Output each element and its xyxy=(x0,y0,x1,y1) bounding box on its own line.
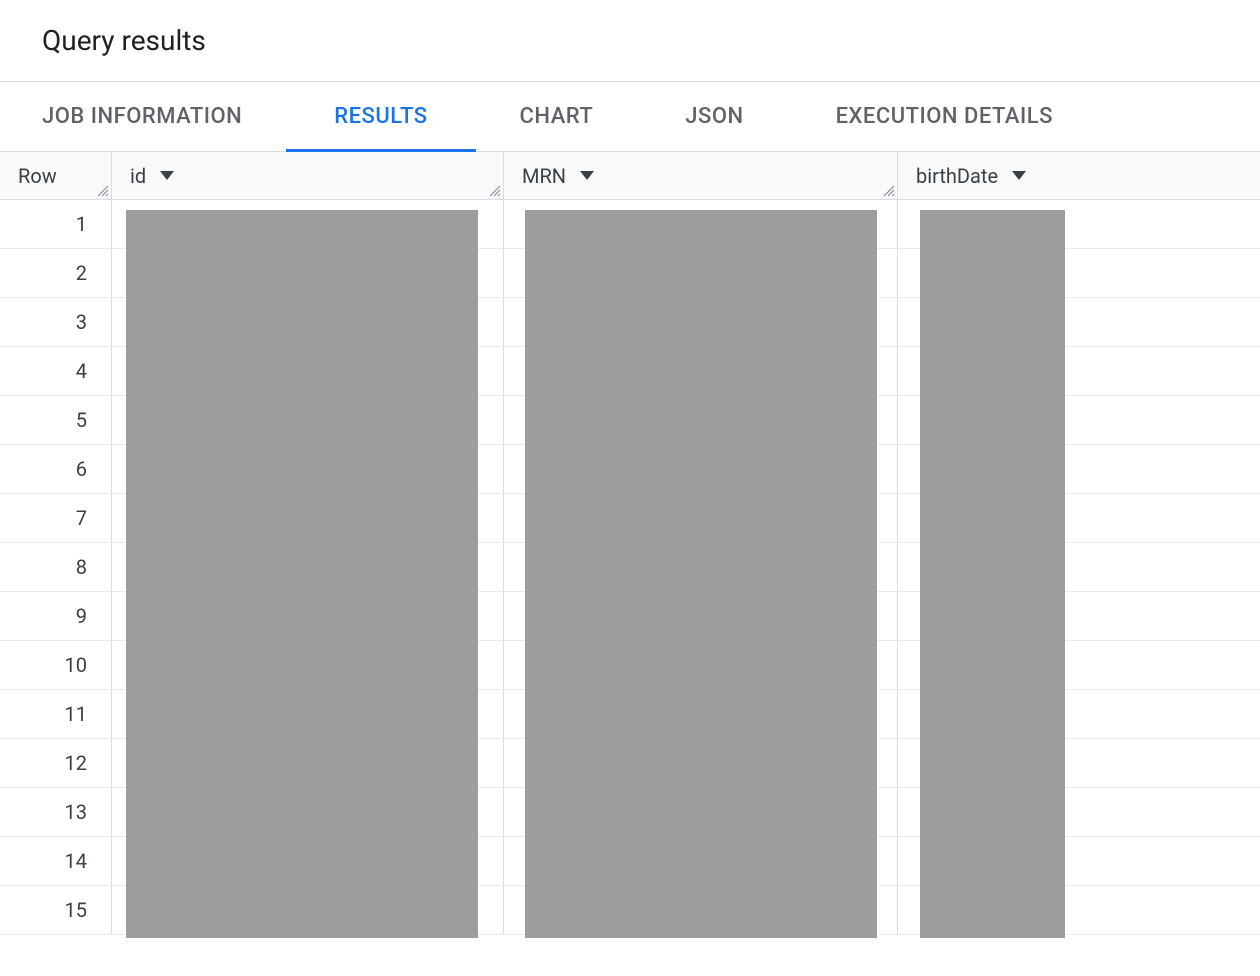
tab-json[interactable]: JSON xyxy=(685,82,743,152)
tab-bar: JOB INFORMATION RESULTS CHART JSON EXECU… xyxy=(0,82,1260,152)
row-number-cell: 15 xyxy=(0,886,112,934)
column-header-row[interactable]: Row xyxy=(0,152,112,199)
resize-handle-icon[interactable] xyxy=(95,183,109,197)
tab-job-information[interactable]: JOB INFORMATION xyxy=(42,82,242,152)
redacted-content xyxy=(525,210,877,938)
chevron-down-icon[interactable] xyxy=(1012,171,1026,181)
tab-chart[interactable]: CHART xyxy=(520,82,594,152)
row-number-cell: 3 xyxy=(0,298,112,346)
redacted-content xyxy=(126,210,478,938)
column-header-birthdate[interactable]: birthDate xyxy=(898,152,1260,199)
row-number-cell: 10 xyxy=(0,641,112,689)
row-number-cell: 8 xyxy=(0,543,112,591)
column-header-id[interactable]: id xyxy=(112,152,504,199)
row-number-cell: 11 xyxy=(0,690,112,738)
row-number-cell: 1 xyxy=(0,200,112,248)
tab-execution-details[interactable]: EXECUTION DETAILS xyxy=(836,82,1053,152)
row-number-cell: 12 xyxy=(0,739,112,787)
chevron-down-icon[interactable] xyxy=(160,171,174,181)
table-header-row: Row id MRN birthDate xyxy=(0,152,1260,200)
column-header-label: MRN xyxy=(522,164,566,188)
column-header-label: Row xyxy=(18,164,57,188)
page-title: Query results xyxy=(42,24,1260,57)
table-body: 1 2 3 4 5 6 xyxy=(0,200,1260,935)
resize-handle-icon[interactable] xyxy=(487,183,501,197)
tab-results[interactable]: RESULTS xyxy=(334,82,427,152)
row-number-cell: 14 xyxy=(0,837,112,885)
row-number-cell: 4 xyxy=(0,347,112,395)
resize-handle-icon[interactable] xyxy=(881,183,895,197)
row-number-cell: 5 xyxy=(0,396,112,444)
redacted-content xyxy=(920,210,1065,938)
column-header-label: id xyxy=(130,164,146,188)
results-header: Query results xyxy=(0,0,1260,81)
column-header-mrn[interactable]: MRN xyxy=(504,152,898,199)
row-number-cell: 7 xyxy=(0,494,112,542)
row-number-cell: 9 xyxy=(0,592,112,640)
results-table: Row id MRN birthDate xyxy=(0,152,1260,935)
chevron-down-icon[interactable] xyxy=(580,171,594,181)
column-header-label: birthDate xyxy=(916,164,998,188)
row-number-cell: 2 xyxy=(0,249,112,297)
row-number-cell: 6 xyxy=(0,445,112,493)
row-number-cell: 13 xyxy=(0,788,112,836)
